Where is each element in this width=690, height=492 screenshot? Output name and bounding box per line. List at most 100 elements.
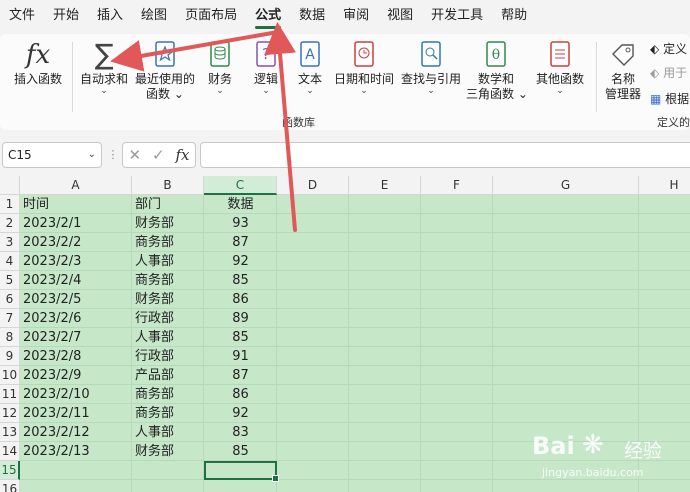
select-all-corner[interactable] — [0, 176, 20, 195]
row-header-12[interactable]: 12 — [0, 404, 20, 423]
row-header-5[interactable]: 5 — [0, 271, 20, 290]
row-header-3[interactable]: 3 — [0, 233, 20, 252]
cell-a13[interactable]: 2023/2/12 — [20, 423, 132, 442]
cell-a9[interactable]: 2023/2/8 — [20, 347, 132, 366]
cell-a14[interactable]: 2023/2/13 — [20, 442, 132, 461]
cell-c2[interactable]: 93 — [204, 214, 277, 233]
cell-b5[interactable]: 商务部 — [132, 271, 204, 290]
row-header-8[interactable]: 8 — [0, 328, 20, 347]
cell-c4[interactable]: 92 — [204, 252, 277, 271]
create-from-selection-button[interactable]: ▦ 根据 — [650, 90, 689, 107]
confirm-icon[interactable]: ✓ — [152, 146, 165, 164]
column-header-f[interactable]: F — [421, 176, 493, 195]
cell-a11[interactable]: 2023/2/10 — [20, 385, 132, 404]
column-header-c[interactable]: C — [204, 176, 277, 195]
cancel-icon[interactable]: ✕ — [128, 146, 141, 164]
cell-c1[interactable]: 数据 — [204, 195, 277, 214]
column-header-d[interactable]: D — [277, 176, 349, 195]
cell-a3[interactable]: 2023/2/2 — [20, 233, 132, 252]
cell-c12[interactable]: 92 — [204, 404, 277, 423]
name-manager-button[interactable]: 名称 管理器 — [601, 40, 645, 102]
cell-c8[interactable]: 85 — [204, 328, 277, 347]
cell-c10[interactable]: 87 — [204, 366, 277, 385]
row-header-4[interactable]: 4 — [0, 252, 20, 271]
fx-icon[interactable]: fx — [176, 146, 190, 164]
cell-b9[interactable]: 行政部 — [132, 347, 204, 366]
name-box[interactable]: C15 ⌄ — [2, 142, 102, 168]
row-header-15[interactable]: 15 — [0, 461, 20, 480]
menu-tab-2[interactable]: 插入 — [88, 0, 132, 32]
cell-a10[interactable]: 2023/2/9 — [20, 366, 132, 385]
cell-b12[interactable]: 商务部 — [132, 404, 204, 423]
cell-a8[interactable]: 2023/2/7 — [20, 328, 132, 347]
math-trig-button[interactable]: θ 数学和 三角函数 ⌄ — [466, 40, 528, 102]
column-header-h[interactable]: H — [639, 176, 690, 195]
cell-a5[interactable]: 2023/2/4 — [20, 271, 132, 290]
more-dots-icon[interactable]: ⋮ — [106, 142, 120, 168]
menu-tab-3[interactable]: 绘图 — [132, 0, 176, 32]
menu-tab-10[interactable]: 帮助 — [492, 0, 536, 32]
row-header-14[interactable]: 14 — [0, 442, 20, 461]
cell-b4[interactable]: 人事部 — [132, 252, 204, 271]
menu-tab-5[interactable]: 公式 — [246, 0, 290, 32]
cell-a6[interactable]: 2023/2/5 — [20, 290, 132, 309]
cell-b8[interactable]: 人事部 — [132, 328, 204, 347]
column-header-a[interactable]: A — [20, 176, 132, 195]
use-in-formula-button[interactable]: ⬖ 用于 — [650, 64, 687, 81]
column-header-b[interactable]: B — [132, 176, 204, 195]
cell-b7[interactable]: 行政部 — [132, 309, 204, 328]
row-header-13[interactable]: 13 — [0, 423, 20, 442]
cell-b6[interactable]: 财务部 — [132, 290, 204, 309]
cell-c5[interactable]: 85 — [204, 271, 277, 290]
cell-b10[interactable]: 产品部 — [132, 366, 204, 385]
cell-c11[interactable]: 86 — [204, 385, 277, 404]
text-button[interactable]: A 文本 ⌄ — [293, 40, 327, 96]
cell-c7[interactable]: 89 — [204, 309, 277, 328]
cell-c13[interactable]: 83 — [204, 423, 277, 442]
row-header-2[interactable]: 2 — [0, 214, 20, 233]
formula-input[interactable] — [200, 142, 690, 168]
column-header-e[interactable]: E — [349, 176, 421, 195]
row-header-7[interactable]: 7 — [0, 309, 20, 328]
more-functions-button[interactable]: 其他函数 ⌄ — [532, 40, 588, 96]
cell-a7[interactable]: 2023/2/6 — [20, 309, 132, 328]
row-header-9[interactable]: 9 — [0, 347, 20, 366]
chevron-down-icon[interactable]: ⌄ — [88, 143, 96, 167]
menu-tab-6[interactable]: 数据 — [290, 0, 334, 32]
insert-function-button[interactable]: fx 插入函数 — [10, 40, 66, 87]
row-header-1[interactable]: 1 — [0, 195, 20, 214]
autosum-button[interactable]: ∑ 自动求和 ⌄ — [76, 40, 132, 96]
row-header-11[interactable]: 11 — [0, 385, 20, 404]
column-header-g[interactable]: G — [493, 176, 639, 195]
cell-c3[interactable]: 87 — [204, 233, 277, 252]
datetime-button[interactable]: 日期和时间 ⌄ — [333, 40, 395, 96]
cell-b2[interactable]: 财务部 — [132, 214, 204, 233]
cell-b11[interactable]: 商务部 — [132, 385, 204, 404]
cell-b3[interactable]: 商务部 — [132, 233, 204, 252]
cell-c14[interactable]: 85 — [204, 442, 277, 461]
cell-a2[interactable]: 2023/2/1 — [20, 214, 132, 233]
cell-b13[interactable]: 人事部 — [132, 423, 204, 442]
row-header-6[interactable]: 6 — [0, 290, 20, 309]
cell-a12[interactable]: 2023/2/11 — [20, 404, 132, 423]
row-header-10[interactable]: 10 — [0, 366, 20, 385]
active-cell-c15[interactable] — [204, 461, 279, 482]
cell-c6[interactable]: 86 — [204, 290, 277, 309]
menu-tab-1[interactable]: 开始 — [44, 0, 88, 32]
row-header-16[interactable]: 16 — [0, 480, 20, 492]
recent-functions-button[interactable]: 最近使用的 函数 ⌄ — [133, 40, 197, 102]
menu-tab-8[interactable]: 视图 — [378, 0, 422, 32]
logical-button[interactable]: ? 逻辑 ⌄ — [249, 40, 283, 96]
menu-tab-4[interactable]: 页面布局 — [176, 0, 246, 32]
define-name-button[interactable]: ⬖ 定义 — [650, 40, 687, 57]
cell-a4[interactable]: 2023/2/3 — [20, 252, 132, 271]
cell-c9[interactable]: 91 — [204, 347, 277, 366]
lookup-reference-button[interactable]: 查找与引用 ⌄ — [399, 40, 463, 96]
menu-tab-0[interactable]: 文件 — [0, 0, 44, 32]
cell-b14[interactable]: 财务部 — [132, 442, 204, 461]
menu-tab-9[interactable]: 开发工具 — [422, 0, 492, 32]
cell-a1[interactable]: 时间 — [20, 195, 132, 214]
menu-tab-7[interactable]: 审阅 — [334, 0, 378, 32]
cell-b1[interactable]: 部门 — [132, 195, 204, 214]
financial-button[interactable]: 财务 ⌄ — [203, 40, 237, 96]
